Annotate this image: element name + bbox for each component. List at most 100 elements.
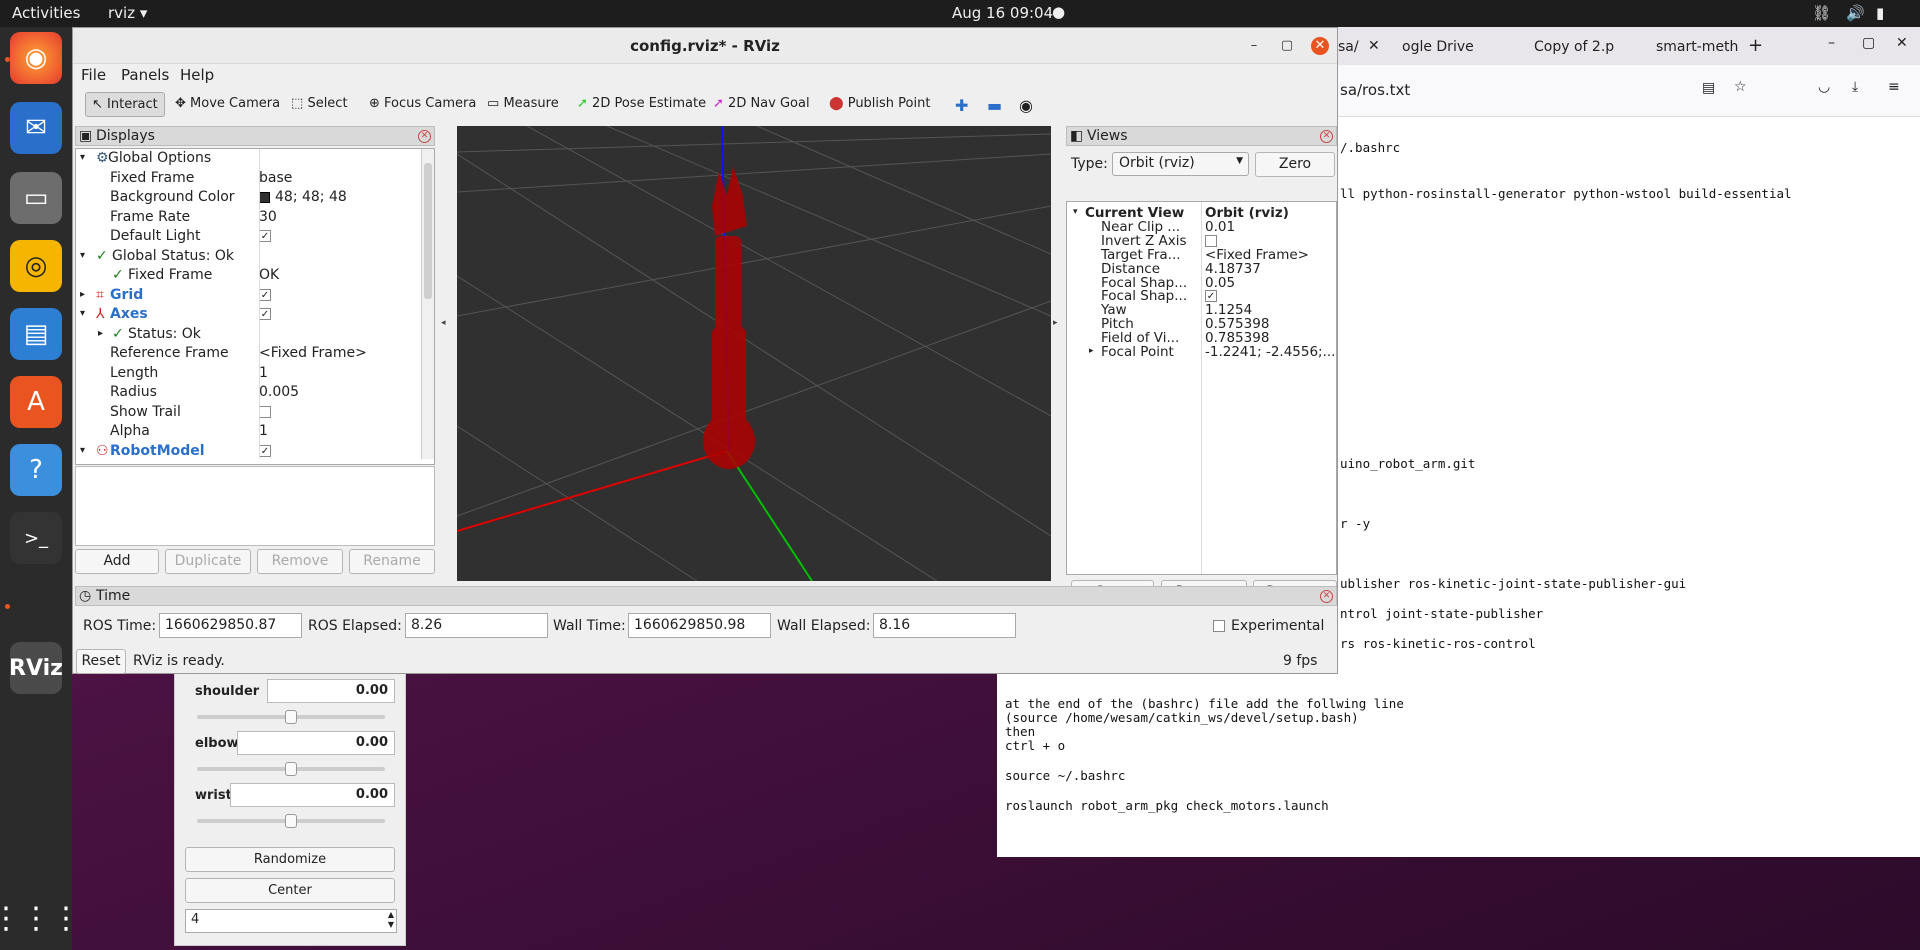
joint-value-field[interactable]: 0.00	[230, 783, 395, 807]
property-value[interactable]: ✓	[259, 228, 271, 244]
expand-icon[interactable]: ▾	[80, 445, 85, 456]
display-row[interactable]: ▸ ⌗ Grid ✓	[76, 287, 421, 306]
joint-slider[interactable]	[197, 814, 385, 828]
display-row[interactable]: Frame Rate 30	[76, 209, 421, 228]
interact-tool[interactable]: ↖ Interact	[85, 92, 165, 117]
collapse-left-icon[interactable]: ◂	[441, 318, 446, 328]
display-row[interactable]: ▾ ⚙ Global Options	[76, 150, 421, 169]
firefox-icon[interactable]: ◉	[10, 32, 62, 84]
property-value[interactable]: ✓	[259, 443, 271, 459]
close-icon[interactable]: ✕	[1311, 37, 1329, 55]
reader-icon[interactable]: ▤	[1702, 80, 1715, 96]
zero-button[interactable]: Zero	[1255, 152, 1335, 177]
activities-button[interactable]: Activities	[12, 4, 80, 22]
reset-button[interactable]: Reset	[76, 649, 126, 674]
pose-estimate-tool[interactable]: ➚ 2D Pose Estimate	[571, 92, 712, 117]
new-tab-icon[interactable]: +	[1748, 35, 1763, 56]
joint-slider[interactable]	[197, 762, 385, 776]
menu-file[interactable]: File	[81, 66, 106, 84]
maximize-icon[interactable]: ▢	[1278, 37, 1296, 55]
ros-elapsed-field[interactable]: 8.26	[405, 613, 548, 638]
display-row[interactable]: ▾ ✓ Global Status: Ok	[76, 248, 421, 267]
duplicate-button[interactable]: Duplicate	[165, 549, 251, 574]
experimental-checkbox[interactable]	[1213, 620, 1225, 632]
checkbox[interactable]: ✓	[259, 308, 271, 320]
spin-arrows-icon[interactable]: ▲ ▼	[388, 910, 394, 930]
expand-icon[interactable]: ▸	[1089, 346, 1094, 356]
remove-button[interactable]: Remove	[257, 549, 343, 574]
wall-time-field[interactable]: 1660629850.98	[628, 613, 771, 638]
menu-icon[interactable]: ≡	[1888, 79, 1900, 95]
scrollbar[interactable]	[421, 149, 434, 459]
minimize-icon[interactable]: –	[1828, 35, 1835, 51]
view-properties[interactable]: ▾ Current View Orbit (rviz) Near Clip ... 0.…	[1066, 201, 1337, 575]
view-type-select[interactable]: Orbit (rviz) ▼	[1112, 152, 1249, 176]
randomize-button[interactable]: Randomize	[185, 847, 395, 872]
tab-4[interactable]: smart-meth	[1656, 39, 1738, 55]
checkbox[interactable]	[1205, 234, 1217, 247]
wall-elapsed-field[interactable]: 8.16	[873, 613, 1016, 638]
property-value[interactable]: OK	[259, 267, 279, 283]
display-row[interactable]: Background Color 48; 48; 48	[76, 189, 421, 208]
property-value[interactable]: 30	[259, 209, 277, 225]
app-grid-icon[interactable]: ⋮⋮⋮	[0, 892, 81, 944]
add-button[interactable]: Add	[75, 549, 159, 574]
downloads-icon[interactable]: ⤓	[1852, 79, 1858, 95]
expand-icon[interactable]: ▾	[1073, 207, 1078, 217]
expand-icon[interactable]: ▾	[80, 308, 85, 319]
volume-icon[interactable]: 🔊	[1846, 4, 1865, 22]
property-value[interactable]: 1	[259, 423, 268, 439]
display-row[interactable]: Length 1	[76, 365, 421, 384]
expand-icon[interactable]: ▾	[80, 250, 85, 261]
expand-icon[interactable]: ▾	[80, 152, 85, 163]
terminal-icon[interactable]: >_	[10, 512, 62, 564]
move-camera-tool[interactable]: ✥ Move Camera	[169, 92, 286, 117]
center-button[interactable]: Center	[185, 878, 395, 903]
add-tool-icon[interactable]: ✚	[949, 92, 974, 117]
checkbox[interactable]: ✓	[1205, 290, 1217, 303]
remove-tool-icon[interactable]: ▬	[981, 92, 1008, 117]
3d-viewport[interactable]	[457, 126, 1051, 581]
display-row[interactable]: Reference Frame <Fixed Frame>	[76, 345, 421, 364]
menu-help[interactable]: Help	[180, 66, 214, 84]
property-value[interactable]: ✓	[259, 306, 271, 322]
property-value[interactable]: 0.005	[259, 384, 299, 400]
app-menu[interactable]: rviz ▾	[108, 4, 147, 22]
close-panel-icon[interactable]: ✕	[1320, 590, 1333, 603]
close-tab-icon[interactable]: ✕	[1368, 38, 1380, 54]
tab-3[interactable]: Copy of 2.p	[1534, 39, 1614, 55]
display-row[interactable]: Fixed Frame base	[76, 170, 421, 189]
slider-handle[interactable]	[285, 710, 297, 724]
property-value[interactable]	[259, 404, 271, 420]
view-property-value[interactable]: -1.2241; -2.4556;...	[1205, 344, 1335, 360]
writer-icon[interactable]: ▤	[10, 308, 62, 360]
rhythmbox-icon[interactable]: ◎	[10, 240, 62, 292]
display-row[interactable]: ▾ ⅄ Axes ✓	[76, 306, 421, 325]
battery-icon[interactable]: ▮	[1876, 4, 1884, 22]
close-icon[interactable]: ✕	[1896, 35, 1908, 51]
clock[interactable]: Aug 16 09:04	[952, 4, 1053, 22]
software-icon[interactable]: A	[10, 376, 62, 428]
url-bar[interactable]: sa/ros.txt	[1340, 81, 1410, 99]
expand-icon[interactable]: ▸	[98, 328, 103, 339]
scrollbar-thumb[interactable]	[424, 163, 432, 299]
measure-tool[interactable]: ▭ Measure	[481, 92, 565, 117]
pocket-icon[interactable]: ◡	[1818, 79, 1830, 95]
tab-2[interactable]: ogle Drive	[1402, 39, 1474, 55]
display-row[interactable]: ▸ ✓ Status: Ok	[76, 326, 421, 345]
scene[interactable]	[457, 126, 1051, 581]
display-row[interactable]: ✓ Fixed Frame OK	[76, 267, 421, 286]
joint-value-field[interactable]: 0.00	[237, 731, 395, 755]
display-row[interactable]: ▾ ⚇ RobotModel ✓	[76, 443, 421, 460]
joint-value-field[interactable]: 0.00	[267, 679, 395, 703]
nav-goal-tool[interactable]: ➚ 2D Nav Goal	[707, 92, 816, 117]
files-icon[interactable]: ▭	[10, 172, 62, 224]
expand-icon[interactable]: ▸	[80, 289, 85, 300]
menu-panels[interactable]: Panels	[121, 66, 169, 84]
focus-camera-tool[interactable]: ⊕ Focus Camera	[363, 92, 482, 117]
eye-icon[interactable]: ◉	[1013, 92, 1039, 117]
close-panel-icon[interactable]: ✕	[418, 130, 431, 143]
property-value[interactable]: 48; 48; 48	[259, 189, 347, 205]
select-tool[interactable]: ⬚ Select	[285, 92, 354, 117]
display-row[interactable]: Default Light ✓	[76, 228, 421, 247]
